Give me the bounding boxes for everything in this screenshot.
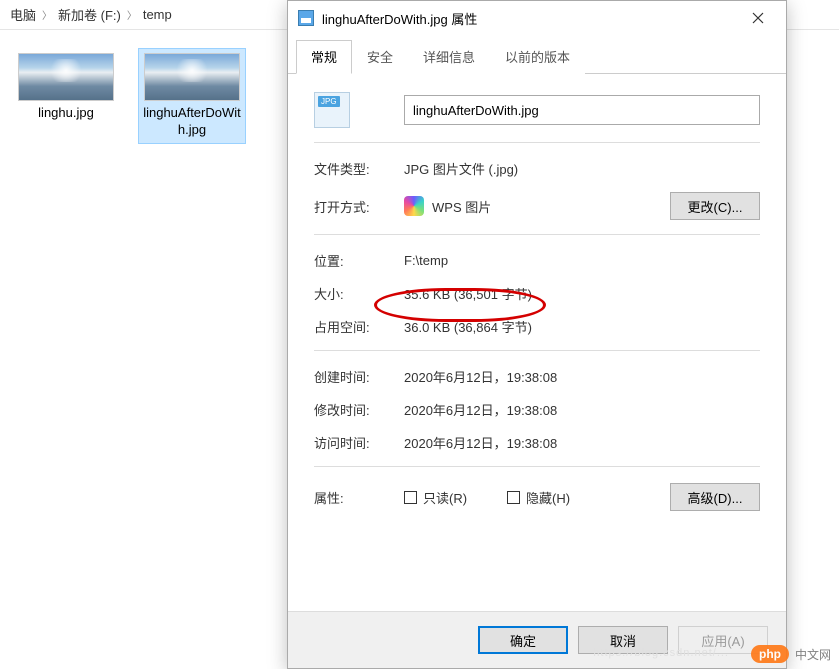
advanced-button[interactable]: 高级(D)...: [670, 483, 760, 511]
jpg-file-icon: [298, 10, 314, 26]
value-location: F:\temp: [404, 253, 760, 268]
label-opens-with: 打开方式:: [314, 197, 404, 216]
close-button[interactable]: [738, 4, 778, 32]
close-icon: [752, 12, 764, 24]
image-thumbnail-icon: [144, 53, 240, 101]
change-button[interactable]: 更改(C)...: [670, 192, 760, 220]
readonly-label: 只读(R): [423, 488, 467, 507]
label-filetype: 文件类型:: [314, 159, 404, 178]
tab-general[interactable]: 常规: [296, 40, 352, 74]
value-modified: 2020年6月12日，19:38:08: [404, 400, 760, 419]
tab-security[interactable]: 安全: [352, 40, 408, 74]
chevron-right-icon: 〉: [42, 7, 52, 22]
breadcrumb-part[interactable]: 新加卷 (F:): [58, 5, 121, 24]
filename-input[interactable]: [404, 95, 760, 125]
label-modified: 修改时间:: [314, 400, 404, 419]
value-created: 2020年6月12日，19:38:08: [404, 367, 760, 386]
label-location: 位置:: [314, 251, 404, 270]
hidden-checkbox[interactable]: 隐藏(H): [507, 488, 570, 507]
dialog-titlebar[interactable]: linghuAfterDoWith.jpg 属性: [288, 1, 786, 35]
file-badge: JPG: [318, 96, 340, 107]
tab-details[interactable]: 详细信息: [408, 40, 490, 74]
tab-previous-versions[interactable]: 以前的版本: [490, 40, 585, 74]
tab-bar: 常规 安全 详细信息 以前的版本: [288, 39, 786, 74]
hidden-label: 隐藏(H): [526, 488, 570, 507]
tab-body-general: JPG 文件类型: JPG 图片文件 (.jpg) 打开方式: WPS 图片 更…: [288, 74, 786, 611]
divider: [314, 142, 760, 143]
divider: [314, 234, 760, 235]
checkbox-icon: [404, 491, 417, 504]
value-accessed: 2020年6月12日，19:38:08: [404, 433, 760, 452]
divider: [314, 350, 760, 351]
checkbox-icon: [507, 491, 520, 504]
label-size-on-disk: 占用空间:: [314, 317, 404, 336]
properties-dialog: linghuAfterDoWith.jpg 属性 常规 安全 详细信息 以前的版…: [287, 0, 787, 669]
ok-button[interactable]: 确定: [478, 626, 568, 654]
dialog-footer: 确定 取消 应用(A): [288, 611, 786, 668]
label-attributes: 属性:: [314, 488, 404, 507]
watermark: php 中文网: [751, 645, 831, 663]
label-accessed: 访问时间:: [314, 433, 404, 452]
dialog-title: linghuAfterDoWith.jpg 属性: [322, 9, 738, 28]
file-item[interactable]: linghu.jpg: [12, 48, 120, 144]
watermark-badge: php: [751, 645, 789, 663]
image-thumbnail-icon: [18, 53, 114, 101]
wps-app-icon: [404, 196, 424, 216]
watermark-text: 中文网: [795, 646, 831, 663]
value-size-on-disk: 36.0 KB (36,864 字节): [404, 317, 760, 336]
breadcrumb-part[interactable]: temp: [143, 7, 172, 22]
chevron-right-icon: 〉: [127, 7, 137, 22]
breadcrumb-part[interactable]: 电脑: [10, 5, 36, 24]
value-filetype: JPG 图片文件 (.jpg): [404, 159, 760, 178]
faint-watermark: https://blog.csdn.net/...: [593, 647, 729, 659]
label-size: 大小:: [314, 284, 404, 303]
jpg-file-icon: JPG: [314, 92, 350, 128]
file-item[interactable]: linghuAfterDoWith.jpg: [138, 48, 246, 144]
value-opens-with: WPS 图片: [432, 197, 491, 216]
value-size: 35.6 KB (36,501 字节): [404, 284, 760, 303]
label-created: 创建时间:: [314, 367, 404, 386]
divider: [314, 466, 760, 467]
file-label: linghu.jpg: [38, 105, 94, 122]
file-label: linghuAfterDoWith.jpg: [143, 105, 241, 139]
readonly-checkbox[interactable]: 只读(R): [404, 488, 467, 507]
